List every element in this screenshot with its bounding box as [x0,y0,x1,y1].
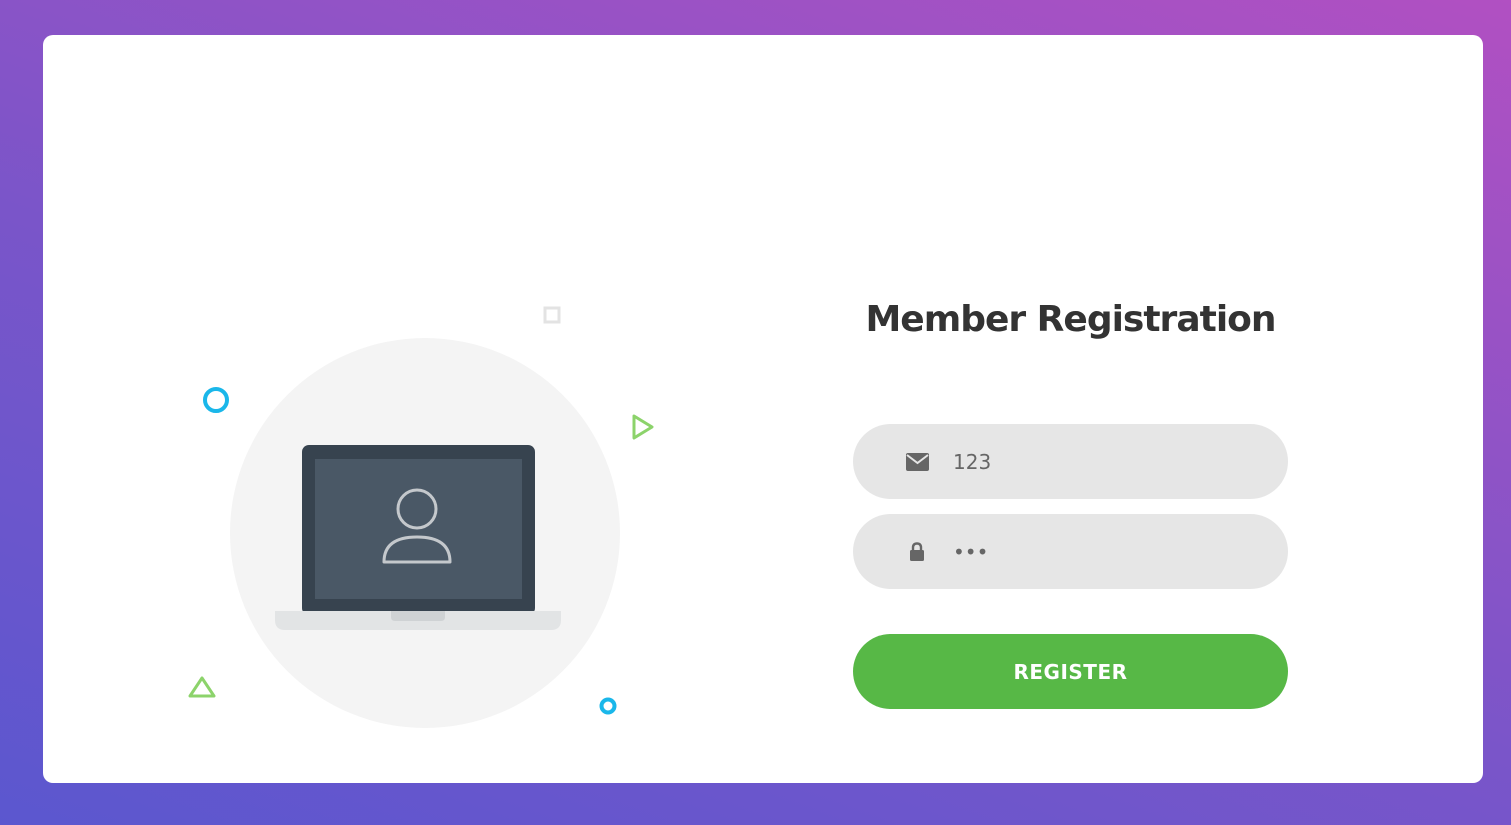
register-button[interactable]: REGISTER [853,634,1288,709]
square-decoration-icon [543,306,561,324]
password-input[interactable] [953,514,1253,589]
lock-icon [905,542,929,562]
envelope-icon [905,452,929,472]
registration-form: Member Registration REGISTER [853,295,1288,709]
circle-decoration-icon [203,387,229,413]
laptop-user-icon [275,445,561,630]
triangle-decoration-icon [188,676,216,698]
small-circle-decoration-icon [599,697,617,715]
illustration [43,35,803,783]
email-field-wrapper[interactable] [853,424,1288,499]
form-title: Member Registration [865,299,1276,340]
password-field-wrapper[interactable] [853,514,1288,589]
registration-card: Member Registration REGISTER [43,35,1483,783]
play-triangle-decoration-icon [632,414,654,440]
email-input[interactable] [953,424,1253,499]
illustration-graphic [188,306,654,728]
